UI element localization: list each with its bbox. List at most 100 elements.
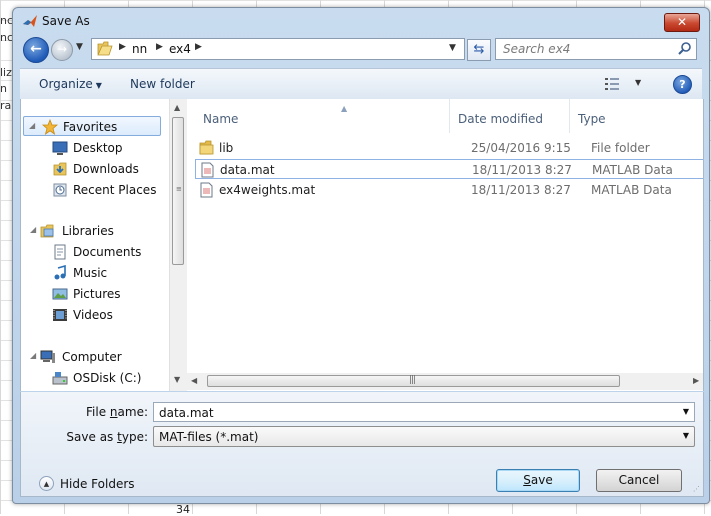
nav-computer[interactable]: ◢ Computer [21, 347, 168, 367]
back-arrow-icon: ← [30, 41, 42, 57]
hide-folders-label: Hide Folders [60, 477, 135, 491]
expand-icon[interactable]: ◢ [30, 351, 36, 360]
refresh-button[interactable]: ⇆ [467, 39, 491, 61]
nav-videos[interactable]: Videos [21, 305, 168, 325]
browser-area: ◢ Favorites Desktop Downloads Recent Pla… [20, 99, 704, 391]
file-name-value: data.mat [159, 406, 214, 420]
background-text: ra [0, 99, 12, 112]
nav-downloads-label: Downloads [73, 162, 139, 176]
music-icon [54, 265, 66, 280]
organize-label: Organize [39, 77, 93, 91]
command-bar: Organize ▼ New folder ▼ ? [20, 68, 702, 100]
scrollbar-thumb[interactable]: ||| [207, 375, 620, 387]
nav-desktop[interactable]: Desktop [21, 138, 168, 158]
recent-places-icon [53, 183, 67, 197]
chevron-down-icon[interactable]: ▼ [683, 407, 689, 416]
column-header-name[interactable]: Name ▲ [195, 99, 450, 133]
column-header-type[interactable]: Type [570, 99, 703, 133]
file-name: lib [219, 141, 234, 155]
scroll-down-icon[interactable]: ▼ [174, 375, 180, 384]
computer-icon [40, 350, 55, 363]
nav-libraries[interactable]: ◢ Libraries [21, 221, 168, 241]
forward-arrow-icon: → [56, 42, 68, 56]
close-button[interactable]: ✕ [664, 13, 700, 32]
background-text: nc [0, 31, 12, 44]
search-icon[interactable] [677, 41, 692, 56]
expand-icon[interactable]: ◢ [29, 121, 35, 130]
horizontal-scrollbar[interactable]: ◀ ||| ▶ [187, 373, 703, 390]
breadcrumb-separator-icon[interactable]: ▶ [156, 42, 163, 52]
background-text: liz [0, 66, 12, 79]
breadcrumb-ex4[interactable]: ex4 [169, 42, 191, 56]
drive-icon [52, 372, 68, 385]
expand-icon[interactable]: ◢ [30, 225, 36, 234]
column-header-date[interactable]: Date modified [450, 99, 570, 133]
file-type: MATLAB Data [592, 163, 673, 177]
sort-ascending-icon: ▲ [341, 104, 348, 113]
grip-icon: ≡ [176, 185, 182, 193]
help-icon[interactable]: ? [673, 75, 692, 94]
scroll-left-icon[interactable]: ◀ [191, 376, 197, 385]
breadcrumb-nn[interactable]: nn [132, 42, 147, 56]
view-options-icon[interactable] [605, 78, 619, 90]
nav-music-label: Music [73, 266, 108, 280]
scroll-right-icon[interactable]: ▶ [693, 376, 699, 385]
title-bar[interactable]: Save As ✕ [13, 8, 709, 34]
nav-libraries-label: Libraries [62, 224, 114, 238]
file-date: 25/04/2016 9:15 [471, 141, 571, 155]
save-type-label: Save as type: [66, 430, 148, 444]
recent-pages-dropdown[interactable]: ▼ [76, 42, 83, 52]
table-row[interactable]: ex4weights.mat 18/11/2013 8:27 MATLAB Da… [195, 180, 703, 200]
nav-favorites[interactable]: ◢ Favorites [23, 116, 161, 136]
background-text: nc [0, 14, 12, 27]
save-button[interactable]: Save [496, 469, 580, 492]
new-folder-button[interactable]: New folder [130, 77, 195, 91]
file-type: MATLAB Data [591, 183, 672, 197]
nav-pictures[interactable]: Pictures [21, 284, 168, 304]
search-input[interactable]: Search ex4 [495, 38, 697, 60]
nav-videos-label: Videos [73, 308, 113, 322]
nav-osdisk[interactable]: OSDisk (C:) [21, 368, 168, 388]
forward-button[interactable]: → [51, 39, 73, 61]
file-name-label: File name: [86, 405, 148, 419]
address-dropdown-icon[interactable]: ▼ [449, 43, 456, 53]
folder-icon [199, 140, 214, 155]
scrollbar-thumb[interactable]: ≡ [172, 117, 184, 265]
downloads-icon [53, 162, 67, 176]
save-type-value: MAT-files (*.mat) [159, 430, 259, 444]
column-type-label: Type [578, 112, 606, 126]
save-options-panel: File name: data.mat ▼ Save as type: MAT-… [20, 392, 704, 497]
nav-recent-places-label: Recent Places [73, 183, 157, 197]
nav-documents[interactable]: Documents [21, 242, 168, 262]
file-name: data.mat [220, 163, 275, 177]
nav-music[interactable]: Music [21, 263, 168, 283]
search-placeholder: Search ex4 [503, 42, 571, 56]
table-row[interactable]: lib 25/04/2016 9:15 File folder [195, 138, 703, 158]
background-row-number: 34 [176, 503, 190, 516]
cancel-button[interactable]: Cancel [596, 469, 682, 492]
nav-osdisk-label: OSDisk (C:) [73, 371, 142, 385]
back-button[interactable]: ← [23, 37, 49, 63]
address-bar[interactable]: ▶ nn ▶ ex4 ▶ ▼ [91, 38, 465, 60]
documents-icon [54, 244, 66, 260]
nav-downloads[interactable]: Downloads [21, 159, 168, 179]
file-type: File folder [591, 141, 650, 155]
collapse-up-icon: ▲ [39, 476, 54, 491]
save-type-select[interactable]: MAT-files (*.mat) ▼ [153, 426, 695, 447]
nav-desktop-label: Desktop [73, 141, 123, 155]
nav-recent-places[interactable]: Recent Places [21, 180, 168, 200]
scroll-up-icon[interactable]: ▲ [174, 103, 180, 112]
view-dropdown-icon[interactable]: ▼ [635, 78, 641, 87]
breadcrumb-separator-icon[interactable]: ▶ [119, 42, 126, 52]
resize-grip-icon[interactable]: ⋰ [693, 486, 703, 498]
file-name-input[interactable]: data.mat ▼ [153, 402, 695, 422]
navigation-scrollbar[interactable]: ▲ ≡ ▼ [169, 99, 187, 391]
background-text: n [0, 82, 7, 95]
organize-button[interactable]: Organize ▼ [39, 77, 102, 91]
save-as-dialog: Save As ✕ ← → ▼ ▶ nn ▶ ex4 ▶ ▼ ⇆ Search … [12, 7, 710, 504]
table-row[interactable]: data.mat 18/11/2013 8:27 MATLAB Data [195, 159, 703, 179]
window-title: Save As [42, 14, 90, 28]
breadcrumb-separator-icon[interactable]: ▶ [195, 42, 202, 52]
refresh-icon: ⇆ [473, 42, 485, 57]
chevron-down-icon: ▼ [95, 81, 102, 90]
